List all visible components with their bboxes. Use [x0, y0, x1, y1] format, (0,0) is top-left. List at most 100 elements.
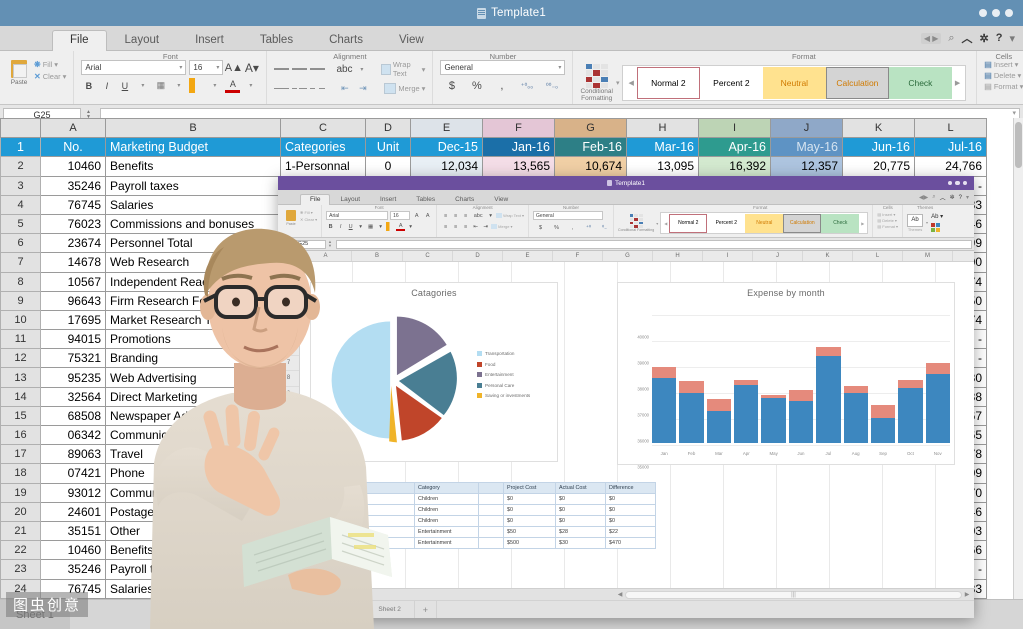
row-header[interactable]: 15 [0, 405, 41, 427]
column-header-a[interactable]: A [40, 118, 106, 139]
percent-format-button[interactable]: % [469, 78, 484, 93]
inner-row-header[interactable]: 13 [278, 449, 299, 465]
inner-window[interactable]: Template1 File Layout Insert Tables Char… [278, 176, 974, 618]
wrap-text-button[interactable]: Wrap Text ▾ [380, 60, 425, 78]
align-top-button[interactable] [274, 62, 290, 77]
nav-arrows-icon[interactable]: ◀ ▶ [920, 32, 942, 44]
inner-align-bottom-button[interactable]: ≡ [461, 211, 470, 220]
minimize-button[interactable] [947, 180, 952, 186]
conditional-formatting-button[interactable]: Conditional Formatting [580, 64, 613, 102]
row-header[interactable]: 12 [0, 348, 41, 369]
style-neutral[interactable]: Neutral [762, 67, 826, 99]
inner-style-normal-2[interactable]: Normal 2 [669, 213, 708, 233]
row-header[interactable]: 2 [0, 156, 41, 177]
maximize-button[interactable] [955, 180, 960, 186]
inner-row-header[interactable]: 9 [278, 387, 299, 403]
style-percent-2[interactable]: Percent 2 [699, 67, 763, 99]
row-header[interactable]: 17 [0, 444, 41, 465]
inner-percent-format-button[interactable]: % [552, 223, 561, 232]
inner-delete-cells-button[interactable]: ▤ Delete ▾ [877, 218, 898, 223]
tab-charts[interactable]: Charts [311, 30, 381, 52]
inner-decrease-font-size-button[interactable]: A [423, 211, 432, 220]
inner-fill-color-button[interactable] [386, 222, 396, 231]
decrease-font-size-button[interactable]: A▾ [244, 60, 259, 75]
inner-column-header-h[interactable]: H [653, 251, 703, 261]
inner-tab-insert[interactable]: Insert [370, 194, 406, 206]
add-sheet-button[interactable]: + [415, 601, 437, 618]
inner-row-header[interactable]: 7 [278, 356, 299, 372]
inner-style-percent-2[interactable]: Percent 2 [707, 214, 745, 233]
font-color-options-icon[interactable]: ▾ [243, 78, 258, 93]
inner-font-color-button[interactable]: A [396, 222, 406, 231]
align-bottom-button[interactable] [310, 62, 326, 77]
inner-sheet-tab-1[interactable]: Sheet 1 [316, 601, 366, 618]
inner-paste-button[interactable]: Paste [284, 210, 298, 230]
close-button[interactable] [1005, 9, 1013, 17]
currency-format-button[interactable]: $ [444, 78, 459, 93]
comma-format-button[interactable]: , [494, 78, 509, 93]
clear-button[interactable]: ✕ Clear ▾ [34, 72, 66, 81]
column-header-j[interactable]: J [770, 118, 843, 139]
font-size-input[interactable]: 16 ▾ [189, 60, 224, 75]
collapse-ribbon-icon[interactable]: ︿ [962, 30, 973, 46]
inner-tab-charts[interactable]: Charts [445, 194, 484, 206]
column-header-b[interactable]: B [105, 118, 281, 139]
tab-insert[interactable]: Insert [177, 30, 242, 52]
inner-increase-indent-button[interactable]: ⇥ [481, 222, 490, 231]
inner-bold-button[interactable]: B [326, 222, 335, 231]
gear-icon[interactable]: ✲ [950, 194, 955, 201]
chevron-down-icon[interactable]: ▾ [1009, 32, 1015, 45]
inner-theme-fonts-button[interactable]: Ab ▾ [931, 213, 943, 220]
inner-align-right-button[interactable]: ≡ [461, 222, 470, 231]
inner-conditional-formatting-button[interactable]: Conditional Formatting [618, 214, 654, 232]
inner-number-format-select[interactable]: General [533, 211, 604, 220]
inner-table-row[interactable]: Music (CDs,downloads,etc.) Entertainment… [310, 537, 656, 549]
close-button[interactable] [962, 180, 967, 186]
tab-view[interactable]: View [381, 30, 442, 52]
select-all-corner[interactable] [0, 118, 41, 139]
help-icon[interactable]: ? [959, 195, 962, 201]
inner-align-left-button[interactable]: ≡ [441, 222, 450, 231]
inner-table-row[interactable]: Movies Entertainment $50 $28 $22 [310, 526, 656, 538]
align-middle-button[interactable] [292, 62, 308, 77]
inner-format-cells-button[interactable]: ▤ Format ▾ [877, 224, 898, 229]
underline-button[interactable]: U [117, 78, 132, 93]
inner-column-header-d[interactable]: D [453, 251, 503, 261]
inner-column-header-f[interactable]: F [553, 251, 603, 261]
increase-decimal-button[interactable]: ⁺⁰₀₀ [519, 78, 534, 93]
tab-layout[interactable]: Layout [107, 30, 178, 52]
inner-decrease-indent-button[interactable]: ⇤ [471, 222, 480, 231]
inner-spreadsheet-grid[interactable]: A B C D E F G H I J K L M 1 2 3 4 5 6 7 … [278, 251, 974, 588]
inner-tab-tables[interactable]: Tables [406, 194, 445, 206]
row-header[interactable]: 1 [0, 137, 41, 158]
inner-underline-chevron-icon[interactable]: ▾ [356, 222, 365, 231]
inner-clear-button[interactable]: ✕ Clear ▾ [300, 217, 317, 222]
column-header-k[interactable]: K [842, 118, 915, 139]
fill-color-options-icon[interactable]: ▾ [207, 78, 222, 93]
column-header-d[interactable]: D [365, 118, 411, 139]
inner-row-header[interactable]: 5 [278, 324, 299, 340]
inner-theme-colors-icon[interactable] [931, 223, 941, 232]
row-header[interactable]: 11 [0, 329, 41, 350]
column-header-i[interactable]: I [698, 118, 771, 139]
chevron-down-icon[interactable]: ▾ [966, 194, 969, 201]
style-calculation[interactable]: Calculation [825, 67, 889, 99]
conditional-formatting-chevron-icon[interactable]: ▾ [616, 79, 620, 87]
inner-tab-layout[interactable]: Layout [330, 194, 370, 206]
inner-row-header[interactable]: 12 [278, 434, 299, 450]
window-controls[interactable] [979, 9, 1013, 17]
bold-button[interactable]: B [81, 78, 96, 93]
row-header[interactable]: 19 [0, 482, 41, 503]
column-header-c[interactable]: C [280, 118, 366, 139]
inner-sheet-tab-2[interactable]: Sheet 2 [365, 601, 415, 618]
inner-wrap-text-button[interactable]: Wrap Text ▾ [496, 213, 524, 218]
row-header[interactable]: 4 [0, 194, 41, 215]
inner-row-header[interactable]: 6 [278, 340, 299, 356]
main-vertical-scroll-thumb[interactable] [1015, 122, 1022, 168]
inner-themes-button[interactable]: Ab Themes [907, 213, 924, 232]
align-center-button[interactable] [292, 81, 308, 96]
delete-cells-button[interactable]: ▤ Delete ▾ [984, 71, 1023, 80]
inner-font-color-chevron-icon[interactable]: ▾ [406, 222, 415, 231]
text-orientation-button[interactable]: abc [336, 62, 352, 77]
row-header[interactable]: 5 [0, 213, 41, 235]
